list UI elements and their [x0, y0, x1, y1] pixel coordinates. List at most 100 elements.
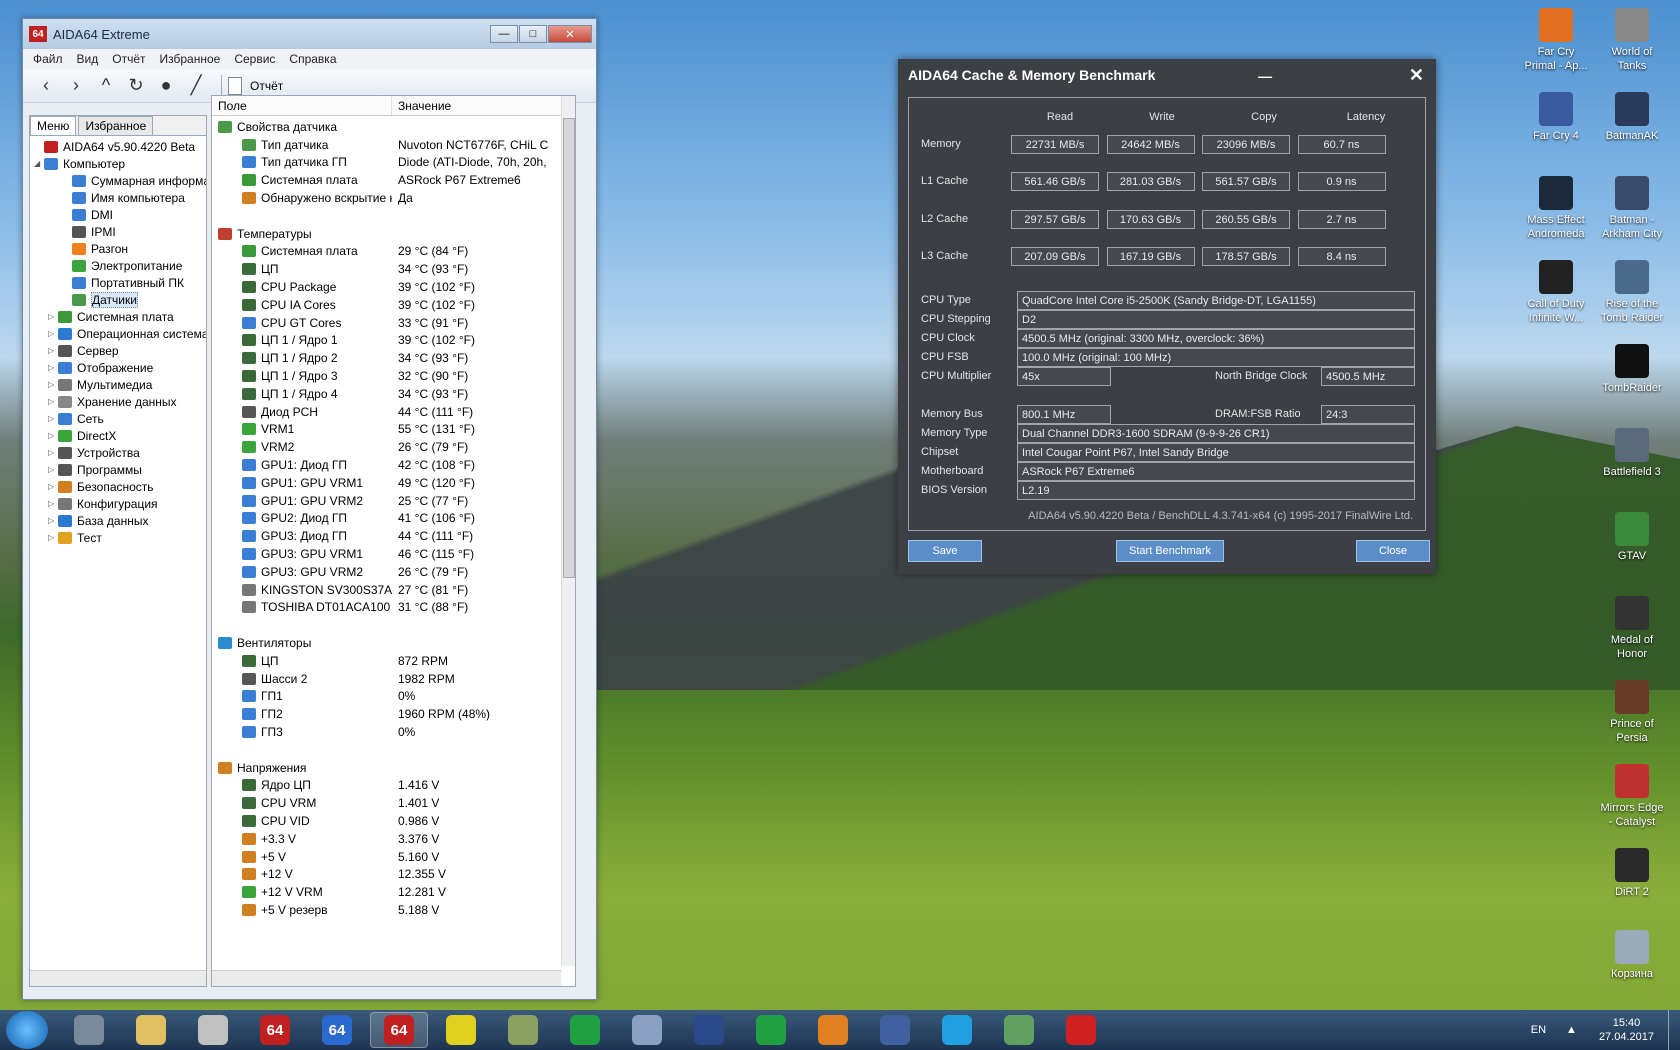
list-row[interactable]: CPU IA Cores 39 °C (102 °F)	[212, 296, 575, 314]
tray-arrow-icon[interactable]: ▲	[1566, 1024, 1577, 1036]
taskbar-app-icon[interactable]: 64	[308, 1012, 366, 1048]
tree-node[interactable]: ▷ База данных	[30, 512, 206, 529]
list-row[interactable]: Шасси 2 1982 RPM	[212, 670, 575, 688]
taskbar-app-icon[interactable]	[494, 1012, 552, 1048]
list-row[interactable]: ЦП 1 / Ядро 3 32 °C (90 °F)	[212, 367, 575, 385]
title-bar[interactable]: 64 AIDA64 Extreme — □ ✕	[23, 19, 596, 49]
batman-ak-icon[interactable]: BatmanAK	[1592, 92, 1672, 143]
list-row[interactable]: VRM1 55 °C (131 °F)	[212, 421, 575, 439]
list-row[interactable]: ЦП 1 / Ядро 4 34 °C (93 °F)	[212, 385, 575, 403]
taskbar-app-icon[interactable]	[990, 1012, 1048, 1048]
chart-icon[interactable]: ╱	[185, 75, 207, 97]
benchmark-minimize-button[interactable]: —	[1258, 65, 1306, 86]
start-button[interactable]	[6, 1011, 48, 1049]
far-cry-primal-icon[interactable]: Far Cry Primal - Ap...	[1516, 8, 1596, 73]
list-row[interactable]: Тип датчика Nuvoton NCT6776F, CHiL C	[212, 136, 575, 154]
tree-node[interactable]: DMI	[30, 206, 206, 223]
list-row[interactable]: GPU3: Диод ГП 44 °C (111 °F)	[212, 527, 575, 545]
tree-node[interactable]: Портативный ПК	[30, 274, 206, 291]
menu-service[interactable]: Сервис	[234, 52, 275, 66]
column-field[interactable]: Поле	[212, 96, 392, 115]
tree-node[interactable]: ▷ Устройства	[30, 444, 206, 461]
list-row[interactable]: ЦП 34 °C (93 °F)	[212, 260, 575, 278]
list-row[interactable]: +5 V 5.160 V	[212, 848, 575, 866]
list-row[interactable]: Диод PCH 44 °C (111 °F)	[212, 403, 575, 421]
taskbar-app-icon[interactable]	[556, 1012, 614, 1048]
report-button[interactable]: Отчёт	[228, 76, 283, 95]
list-row[interactable]: GPU3: GPU VRM1 46 °C (115 °F)	[212, 545, 575, 563]
list-row[interactable]: GPU1: GPU VRM1 49 °C (120 °F)	[212, 474, 575, 492]
scroll-thumb[interactable]	[563, 118, 575, 578]
save-button[interactable]: Save	[908, 540, 982, 562]
expand-icon[interactable]: ▷	[48, 499, 58, 508]
list-row[interactable]: Обнаружено вскрытие ко... Да	[212, 189, 575, 207]
menu-file[interactable]: Файл	[33, 52, 63, 66]
list-section-header[interactable]: Вентиляторы	[212, 634, 575, 652]
tree-node[interactable]: AIDA64 v5.90.4220 Beta	[30, 138, 206, 155]
tree-node[interactable]: Имя компьютера	[30, 189, 206, 206]
tree-node[interactable]: Суммарная информа	[30, 172, 206, 189]
list-row[interactable]: GPU1: GPU VRM2 25 °C (77 °F)	[212, 492, 575, 510]
tree-node[interactable]: ▷ Операционная система	[30, 325, 206, 342]
prince-of-persia-icon[interactable]: Prince of Persia	[1592, 680, 1672, 745]
taskbar-app-icon[interactable]	[432, 1012, 490, 1048]
forward-icon[interactable]: ›	[65, 75, 87, 97]
language-indicator[interactable]: EN	[1531, 1024, 1546, 1036]
expand-icon[interactable]: ▷	[48, 448, 58, 457]
start-benchmark-button[interactable]: Start Benchmark	[1116, 540, 1224, 562]
taskbar-app-icon[interactable]	[866, 1012, 924, 1048]
benchmark-title-bar[interactable]: AIDA64 Cache & Memory Benchmark — ✕	[898, 59, 1436, 91]
medal-of-honor-icon[interactable]: Medal of Honor	[1592, 596, 1672, 661]
list-row[interactable]: +5 V резерв 5.188 V	[212, 901, 575, 919]
user-icon[interactable]: ●	[155, 75, 177, 97]
tree-node[interactable]: IPMI	[30, 223, 206, 240]
list-row[interactable]: ЦП 1 / Ядро 1 39 °C (102 °F)	[212, 332, 575, 350]
taskbar-app-icon[interactable]	[618, 1012, 676, 1048]
batman-arkham-icon[interactable]: Batman - Arkham City	[1592, 176, 1672, 241]
list-row[interactable]: ГП2 1960 RPM (48%)	[212, 705, 575, 723]
expand-icon[interactable]: ▷	[48, 516, 58, 525]
list-row[interactable]: Тип датчика ГП Diode (ATI-Diode, 70h, 20h…	[212, 154, 575, 172]
tree-node[interactable]: ▷ Отображение	[30, 359, 206, 376]
list-row[interactable]: +12 V VRM 12.281 V	[212, 883, 575, 901]
taskbar-app-icon[interactable]	[804, 1012, 862, 1048]
dirt-2-icon[interactable]: DiRT 2	[1592, 848, 1672, 899]
expand-icon[interactable]: ▷	[48, 363, 58, 372]
maximize-button[interactable]: □	[519, 25, 547, 43]
taskbar-app-icon[interactable]: 64	[246, 1012, 304, 1048]
list-row[interactable]: GPU2: Диод ГП 41 °C (106 °F)	[212, 510, 575, 528]
close-dialog-button[interactable]: Close	[1356, 540, 1430, 562]
list-row[interactable]: ГП3 0%	[212, 723, 575, 741]
list-row[interactable]: GPU3: GPU VRM2 26 °C (79 °F)	[212, 563, 575, 581]
benchmark-close-icon[interactable]: ✕	[1409, 65, 1424, 86]
taskbar-app-icon[interactable]	[928, 1012, 986, 1048]
nav-horizontal-scrollbar[interactable]	[30, 970, 206, 986]
tree-node[interactable]: ▷ Сервер	[30, 342, 206, 359]
list-row[interactable]: KINGSTON SV300S37A120G 27 °C (81 °F)	[212, 581, 575, 599]
back-icon[interactable]: ‹	[35, 75, 57, 97]
list-row[interactable]: GPU1: Диод ГП 42 °C (108 °F)	[212, 456, 575, 474]
mass-effect-icon[interactable]: Mass Effect Andromeda	[1516, 176, 1596, 241]
vertical-scrollbar[interactable]	[561, 96, 575, 966]
battlefield-3-icon[interactable]: Battlefield 3	[1592, 428, 1672, 479]
tree-node[interactable]: ▷ Системная плата	[30, 308, 206, 325]
expand-icon[interactable]: ▷	[48, 380, 58, 389]
list-row[interactable]: ГП1 0%	[212, 688, 575, 706]
list-row[interactable]: Ядро ЦП 1.416 V	[212, 776, 575, 794]
list-section-header[interactable]: Напряжения	[212, 759, 575, 777]
expand-icon[interactable]: ▷	[48, 465, 58, 474]
gtav-icon[interactable]: GTAV	[1592, 512, 1672, 563]
world-of-tanks-icon[interactable]: World of Tanks	[1592, 8, 1672, 73]
tree-node[interactable]: ▷ Сеть	[30, 410, 206, 427]
show-desktop-button[interactable]	[1668, 1010, 1680, 1050]
menu-view[interactable]: Вид	[77, 52, 99, 66]
details-horizontal-scrollbar[interactable]	[212, 970, 561, 986]
tab-favorites[interactable]: Избранное	[78, 116, 154, 135]
far-cry-4-icon[interactable]: Far Cry 4	[1516, 92, 1596, 143]
expand-icon[interactable]: ▷	[48, 482, 58, 491]
list-section-header[interactable]: Температуры	[212, 225, 575, 243]
rise-tomb-raider-icon[interactable]: Rise of the Tomb Raider	[1592, 260, 1672, 325]
expand-icon[interactable]: ▷	[48, 346, 58, 355]
tree-node[interactable]: ▷ DirectX	[30, 427, 206, 444]
menu-help[interactable]: Справка	[289, 52, 336, 66]
